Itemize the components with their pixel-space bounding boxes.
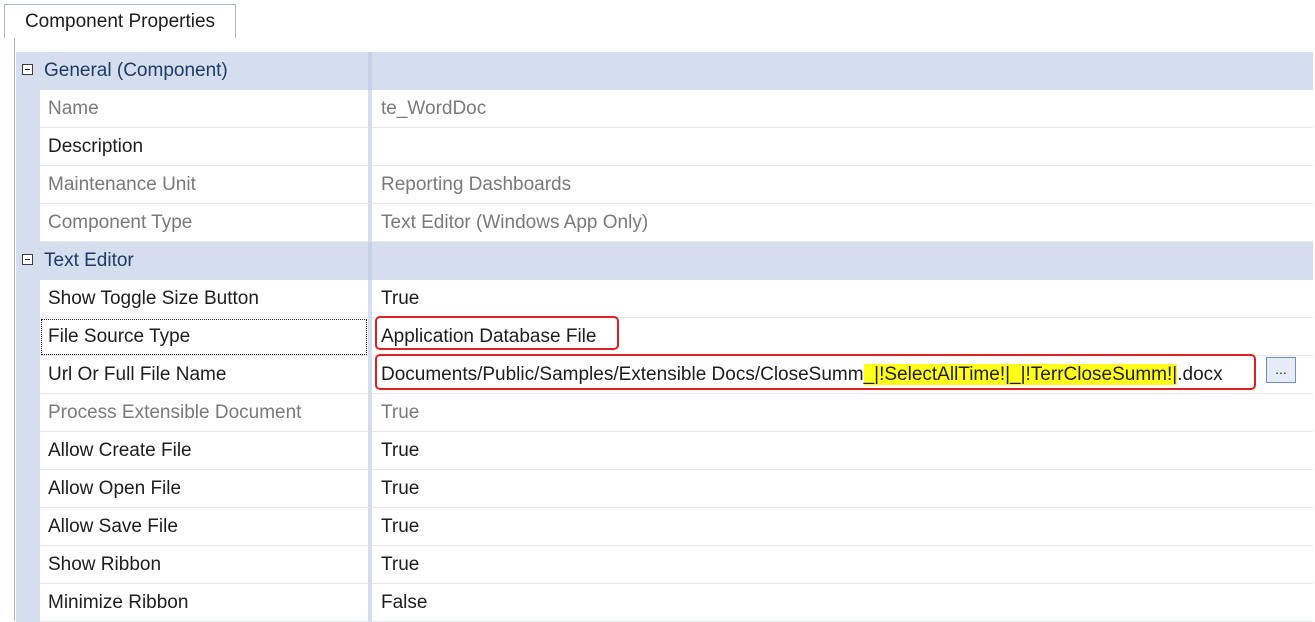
property-value[interactable]: True [372, 546, 1313, 584]
property-row-process-extensible-document[interactable]: Process Extensible Document True [16, 394, 1313, 432]
property-value[interactable]: False [372, 584, 1313, 622]
property-row-component-type[interactable]: Component Type Text Editor (Windows App … [16, 204, 1313, 242]
row-gutter [16, 204, 40, 242]
property-row-allow-save-file[interactable]: Allow Save File True [16, 508, 1313, 546]
property-name: Component Type [40, 204, 368, 242]
property-value[interactable]: True [372, 280, 1313, 318]
tab-strip: Component Properties [0, 0, 1315, 38]
collapse-icon[interactable] [22, 254, 33, 265]
property-name: Show Ribbon [40, 546, 368, 584]
row-gutter [16, 356, 40, 394]
property-value: True [372, 394, 1313, 432]
property-row-minimize-ribbon[interactable]: Minimize Ribbon False [16, 584, 1313, 622]
row-gutter [16, 128, 40, 166]
category-general[interactable]: General (Component) [16, 52, 1313, 90]
property-value[interactable]: True [372, 432, 1313, 470]
browse-button-label: ... [1275, 361, 1287, 377]
property-name: Name [40, 90, 368, 128]
property-name: Process Extensible Document [40, 394, 368, 432]
row-gutter [16, 470, 40, 508]
property-value: Reporting Dashboards [372, 166, 1313, 204]
property-row-allow-open-file[interactable]: Allow Open File True [16, 470, 1313, 508]
property-name: Allow Save File [40, 508, 368, 546]
property-row-show-ribbon[interactable]: Show Ribbon True [16, 546, 1313, 584]
property-name: Maintenance Unit [40, 166, 368, 204]
property-name: Show Toggle Size Button [40, 280, 368, 318]
row-gutter [16, 546, 40, 584]
property-row-name[interactable]: Name te_WordDoc [16, 90, 1313, 128]
row-gutter [16, 394, 40, 432]
row-gutter [16, 280, 40, 318]
property-row-allow-create-file[interactable]: Allow Create File True [16, 432, 1313, 470]
property-name: Allow Open File [40, 470, 368, 508]
column-divider[interactable] [368, 52, 372, 90]
category-text-editor[interactable]: Text Editor [16, 242, 1313, 280]
row-gutter [16, 432, 40, 470]
property-name: Minimize Ribbon [40, 584, 368, 622]
row-gutter [16, 318, 40, 356]
column-divider[interactable] [368, 242, 372, 280]
property-value[interactable]: True [372, 470, 1313, 508]
property-row-maintenance-unit[interactable]: Maintenance Unit Reporting Dashboards [16, 166, 1313, 204]
property-row-description[interactable]: Description [16, 128, 1313, 166]
property-value[interactable]: True [372, 508, 1313, 546]
category-label: General (Component) [44, 60, 228, 81]
annotation-highlight-file-name [375, 354, 1256, 390]
browse-file-button[interactable]: ... [1266, 357, 1296, 383]
property-name: Description [40, 128, 368, 166]
property-value: Text Editor (Windows App Only) [372, 204, 1313, 242]
property-value[interactable] [372, 128, 1313, 166]
row-gutter [16, 90, 40, 128]
property-name: Allow Create File [40, 432, 368, 470]
property-row-show-toggle-size-button[interactable]: Show Toggle Size Button True [16, 280, 1313, 318]
tab-component-properties[interactable]: Component Properties [4, 4, 236, 38]
row-gutter [16, 508, 40, 546]
property-value: te_WordDoc [372, 90, 1313, 128]
annotation-highlight-file-source [375, 316, 619, 350]
row-gutter [16, 584, 40, 622]
property-row-file-source-type[interactable]: File Source Type Application Database Fi… [16, 318, 1313, 356]
property-name: File Source Type [40, 318, 368, 356]
property-grid: General (Component) Name te_WordDoc Desc… [16, 52, 1313, 622]
collapse-icon[interactable] [22, 64, 33, 75]
row-gutter [16, 166, 40, 204]
category-label: Text Editor [44, 250, 134, 271]
tab-label: Component Properties [24, 10, 216, 32]
property-name: Url Or Full File Name [40, 356, 368, 394]
